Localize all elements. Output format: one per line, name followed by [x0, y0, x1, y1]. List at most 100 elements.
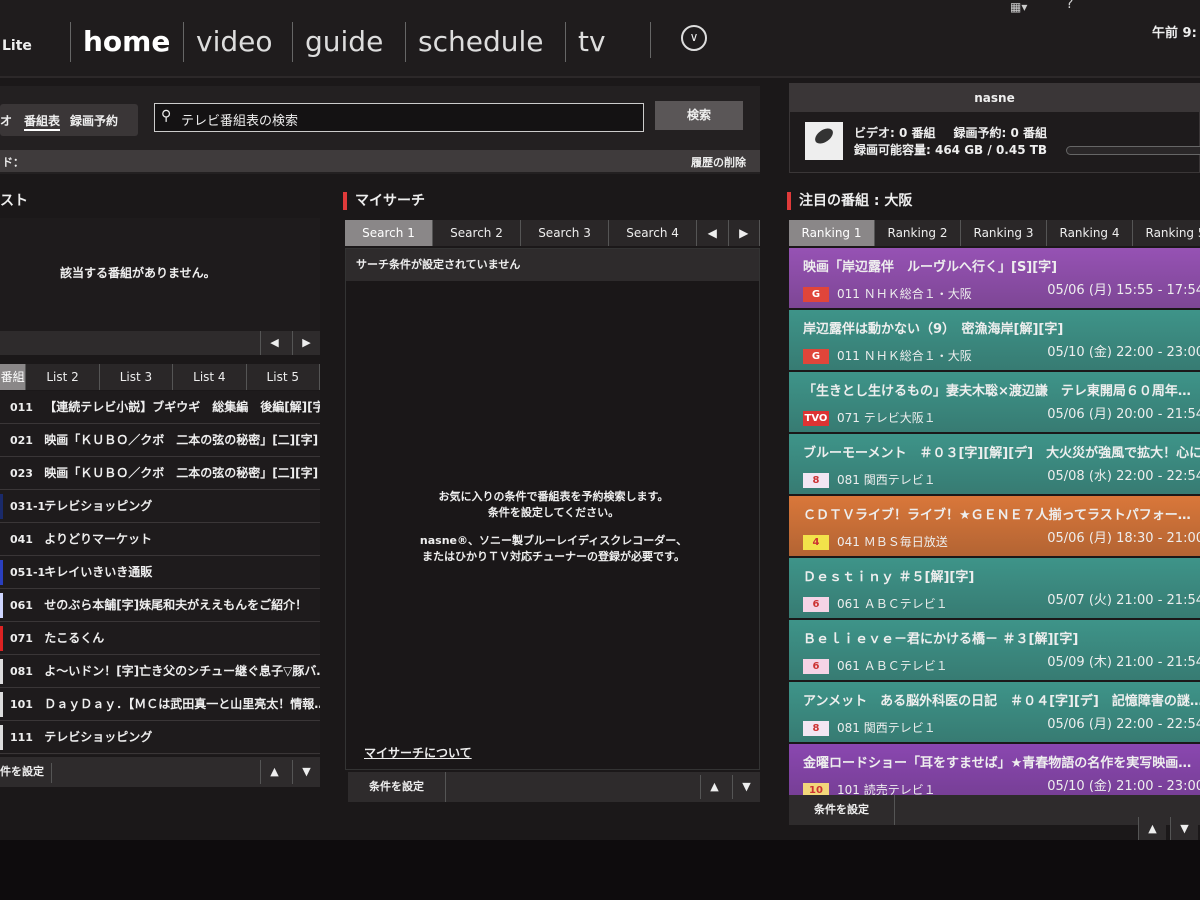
tab-ranking-1[interactable]: Ranking 1: [789, 220, 875, 246]
heading-accent: [343, 192, 347, 210]
list-item[interactable]: 023 映画「ＫＵＢＯ／クボ 二本の弦の秘密」[二][字]: [0, 457, 320, 490]
set-condition-button[interactable]: 件を設定: [0, 763, 52, 783]
nav-tv[interactable]: tv: [565, 22, 606, 62]
tab-search-3[interactable]: Search 3: [521, 220, 610, 246]
channel-name: 011 ＮＨＫ総合１・大阪: [837, 287, 972, 301]
mysearch-heading: マイサーチ: [343, 190, 425, 210]
tab-list-5[interactable]: List 5: [246, 364, 320, 390]
ranking-item[interactable]: Ｄｅｓｔｉｎｙ ＃５[解][字] 6 061 ＡＢＣテレビ１ 05/07 (火) …: [789, 558, 1200, 620]
list-item[interactable]: 111 テレビショッピング: [0, 721, 320, 754]
ranking-heading: 注目の番組 : 大阪: [787, 190, 912, 210]
tab-ranking-4[interactable]: Ranking 4: [1047, 220, 1133, 246]
nav-home[interactable]: home: [70, 22, 170, 62]
list-item[interactable]: 061 せのぶら本舗[字]妹尾和夫がええもんをご紹介！: [0, 589, 320, 622]
tabs-prev-icon[interactable]: ◀: [697, 220, 729, 246]
ranking-item[interactable]: 「生きとし生けるもの」妻夫木聡×渡辺謙 テレ東開局６０周年… TVO 071 テレ…: [789, 372, 1200, 434]
program-title: 映画「ＫＵＢＯ／クボ 二本の弦の秘密」[二][字]: [44, 433, 319, 447]
channel-number: 041: [10, 533, 33, 546]
search-tabs: Search 1 Search 2 Search 3 Search 4 ◀ ▶: [345, 220, 760, 246]
subtab-guide[interactable]: 番組表: [24, 112, 61, 131]
tab-list-1[interactable]: 番組: [0, 364, 27, 390]
tab-ranking-2[interactable]: Ranking 2: [875, 220, 961, 246]
air-time: 05/10 (金) 21:00 - 23:00: [1047, 779, 1200, 794]
nav-guide[interactable]: guide: [292, 22, 383, 62]
subtab-reservations[interactable]: 録画予約: [70, 112, 118, 129]
list-item[interactable]: 071 たこるくん: [0, 622, 320, 655]
tab-search-1[interactable]: Search 1: [345, 220, 434, 246]
scroll-up-icon[interactable]: ▲: [1138, 817, 1166, 841]
display-menu-icon[interactable]: ▦▾: [1010, 0, 1027, 14]
air-time: 05/10 (金) 22:00 - 23:00: [1047, 345, 1200, 360]
air-time: 05/06 (月) 22:00 - 22:54: [1047, 717, 1200, 732]
list-item[interactable]: 081 よ～いドン！[字]亡き父のシチュー継ぐ息子▽豚バ…: [0, 655, 320, 688]
tab-ranking-3[interactable]: Ranking 3: [961, 220, 1047, 246]
ranking-item[interactable]: 映画「岸辺露伴 ルーヴルへ行く」[S][字] G 011 ＮＨＫ総合１・大阪 05…: [789, 248, 1200, 310]
channel-color-mark: [0, 428, 3, 453]
channel-number: 061: [10, 599, 33, 612]
list-item[interactable]: 051-1 キレイいきいき通販: [0, 556, 320, 589]
search-input[interactable]: ⚲ テレビ番組表の検索: [154, 103, 644, 132]
channel-number: 081: [10, 665, 33, 678]
air-time: 05/06 (月) 20:00 - 21:54: [1047, 407, 1200, 422]
list-item[interactable]: 011 【連続テレビ小説】ブギウギ 総集編 後編[解][字]: [0, 391, 320, 424]
ranking-item[interactable]: 岸辺露伴は動かない（9） 密漁海岸[解][字] G 011 ＮＨＫ総合１・大阪 0…: [789, 310, 1200, 372]
channel-name: 041 ＭＢＳ毎日放送: [837, 535, 948, 549]
tabs-next-icon[interactable]: ▶: [728, 220, 760, 246]
clear-history-button[interactable]: 履歴の削除: [691, 154, 746, 170]
channel-color-mark: [0, 725, 3, 750]
view-subtabs: オ 番組表 録画予約: [0, 104, 138, 136]
tab-ranking-5[interactable]: Ranking 5: [1133, 220, 1200, 246]
scroll-up-icon[interactable]: ▲: [700, 775, 728, 799]
list-tabs: 番組 List 2 List 3 List 4 List 5: [0, 364, 320, 390]
nasne-status-panel: nasne ビデオ: 0 番組 録画予約: 0 番組 録画可能容量: 464 GB…: [789, 83, 1200, 173]
tab-list-4[interactable]: List 4: [173, 364, 247, 390]
list-item[interactable]: 031-1 テレビショッピング: [0, 490, 320, 523]
program-title: Ｂｅｌｉｅｖｅ－君にかける橋－ ＃３[解][字]: [803, 632, 1079, 647]
empty-message: 該当する番組がありません。: [60, 266, 216, 280]
search-button[interactable]: 検索: [655, 101, 743, 130]
channel-number: 051-1: [10, 566, 46, 579]
set-condition-button[interactable]: 条件を設定: [348, 772, 446, 802]
left-footer: 件を設定 ▲ ▼: [0, 757, 320, 787]
ranking-item[interactable]: ブルーモーメント ＃０３[字][解][デ] 大火災が強風で拡大！心に傷… 8 08…: [789, 434, 1200, 496]
channel-color-mark: [0, 692, 3, 717]
ranking-item[interactable]: ＣＤＴＶライブ！ライブ！★ＧＥＮＥ７人揃ってラストパフォー… 4 041 ＭＢＳ毎…: [789, 496, 1200, 558]
nav-video[interactable]: video: [183, 22, 272, 62]
nasne-logo: [805, 122, 843, 160]
channel-number: 021: [10, 434, 33, 447]
nasne-counts: ビデオ: 0 番組 録画予約: 0 番組: [854, 124, 1047, 141]
program-title: テレビショッピング: [44, 499, 153, 513]
about-mysearch-link[interactable]: マイサーチについて: [364, 744, 472, 761]
ranking-item[interactable]: 金曜ロードショー「耳をすませば」★青春物語の名作を実写映画… 10 101 読売テ…: [789, 744, 1200, 795]
tab-list-3[interactable]: List 3: [99, 364, 174, 390]
scroll-down-icon[interactable]: ▼: [1170, 817, 1198, 841]
tab-search-2[interactable]: Search 2: [433, 220, 522, 246]
list-item[interactable]: 041 よりどりマーケット: [0, 523, 320, 556]
ranking-item[interactable]: アンメット ある脳外科医の日記 ＃０４[字][デ] 記憶障害の謎… 8 081 関…: [789, 682, 1200, 744]
ranking-heading-text: 注目の番組 : 大阪: [799, 193, 913, 209]
list-item[interactable]: 101 ＤａｙＤａｙ．【ＭＣは武田真一と山里亮太！情報…: [0, 688, 320, 721]
channel-name: 081 関西テレビ１: [837, 721, 936, 735]
set-condition-button[interactable]: 条件を設定: [789, 795, 895, 825]
program-title: アンメット ある脳外科医の日記 ＃０４[字][デ] 記憶障害の謎…: [803, 694, 1200, 709]
subtab-video[interactable]: オ: [0, 112, 12, 129]
message-line: お気に入りの条件で番組表を予約検索します。: [438, 490, 669, 503]
tab-list-2[interactable]: List 2: [26, 364, 100, 390]
ranking-item[interactable]: Ｂｅｌｉｅｖｅ－君にかける橋－ ＃３[解][字] 6 061 ＡＢＣテレビ１ 05…: [789, 620, 1200, 682]
channel-name: 081 関西テレビ１: [837, 473, 936, 487]
tab-search-4[interactable]: Search 4: [609, 220, 698, 246]
scroll-down-icon[interactable]: ▼: [292, 760, 320, 784]
channel-logo-icon: 6: [803, 597, 829, 612]
nasne-title: nasne: [790, 84, 1199, 112]
list-item[interactable]: 021 映画「ＫＵＢＯ／クボ 二本の弦の秘密」[二][字]: [0, 424, 320, 457]
more-chevron-down-icon[interactable]: ∨: [681, 25, 707, 51]
scroll-down-icon[interactable]: ▼: [732, 775, 760, 799]
prev-arrow-icon[interactable]: ◀: [260, 331, 288, 355]
scroll-up-icon[interactable]: ▲: [260, 760, 288, 784]
program-title: 映画「ＫＵＢＯ／クボ 二本の弦の秘密」[二][字]: [44, 466, 319, 480]
left-heading: スト: [0, 193, 28, 209]
help-icon[interactable]: ?: [1066, 0, 1073, 12]
top-navigation-bar: Lite home video guide schedule tv ∨ ▦▾ ?…: [0, 0, 1200, 78]
nav-schedule[interactable]: schedule: [405, 22, 543, 62]
next-arrow-icon[interactable]: ▶: [292, 331, 320, 355]
